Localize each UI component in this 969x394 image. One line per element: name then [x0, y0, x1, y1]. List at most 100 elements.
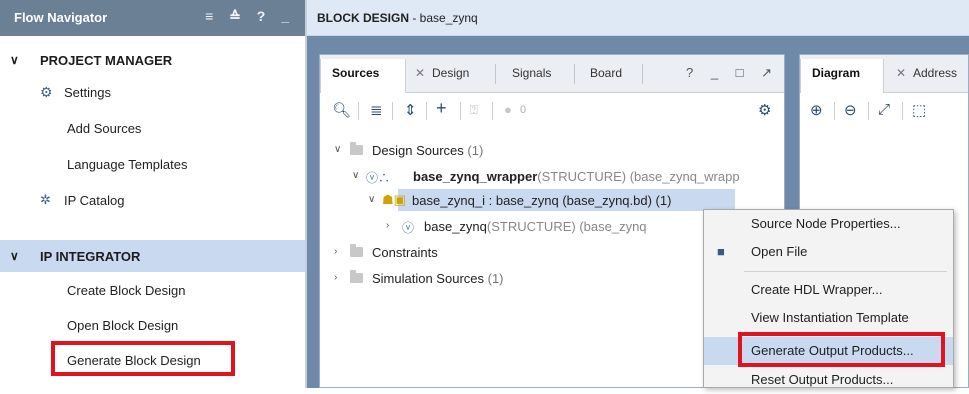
nav-item-open-block-design[interactable]: Open Block Design — [0, 311, 305, 341]
block-design-title-bold: BLOCK DESIGN — [317, 11, 410, 25]
nav-item-label: Add Sources — [67, 121, 142, 136]
folder-open-icon: ■ — [717, 244, 725, 259]
flow-navigator: Flow Navigator ≡ ≙ ? _ ∨ PROJECT MANAGER… — [0, 0, 305, 388]
sources-toolbar: 🔍︎ ≣ ⇕ + ⍰ ● 0 ⚙ — [320, 93, 784, 127]
nav-item-ip-catalog[interactable]: ✲ IP Catalog — [0, 186, 305, 216]
chevron-right-icon[interactable]: › — [386, 220, 389, 231]
menu-item-open-file[interactable]: ■ Open File — [704, 238, 953, 266]
gear-icon[interactable]: ⚙ — [758, 101, 771, 119]
search-icon[interactable]: 🔍︎ — [332, 101, 351, 119]
section-label: IP INTEGRATOR — [40, 249, 141, 264]
chevron-down-icon[interactable]: ∨ — [10, 53, 19, 67]
block-design-header: BLOCK DESIGN - base_zynq — [307, 0, 969, 36]
ip-catalog-icon: ✲ — [40, 192, 51, 207]
folder-icon — [350, 142, 363, 155]
chevron-right-icon[interactable]: › — [334, 272, 337, 283]
tree-label: Constraints — [372, 245, 438, 260]
nav-item-language-templates[interactable]: Language Templates — [0, 150, 305, 180]
diagram-tabbar: Diagram ✕ Address — [800, 55, 968, 93]
folder-icon — [350, 244, 363, 257]
tree-label: Simulation Sources (1) — [372, 271, 504, 286]
zoom-fit-icon[interactable]: ⤢ — [878, 101, 890, 118]
tab-diagram[interactable]: Diagram — [812, 66, 860, 80]
tab-divider — [574, 64, 575, 84]
toolbar-divider — [460, 102, 461, 120]
chevron-down-icon[interactable]: ∨ — [352, 170, 359, 181]
block-design-icon: ☗▣ — [382, 192, 406, 207]
zoom-in-icon[interactable]: ⊕ — [810, 101, 823, 119]
tree-label: base_zynq_i : base_zynq (base_zynq.bd) (… — [412, 193, 672, 208]
section-project-manager[interactable]: ∨ PROJECT MANAGER — [0, 46, 305, 76]
design-sources-count: (1) — [467, 143, 484, 158]
section-ip-integrator[interactable]: ∨ IP INTEGRATOR — [0, 240, 305, 272]
expand-all-icon[interactable]: ⇕ — [404, 101, 417, 119]
tab-divider — [642, 64, 643, 84]
nav-item-add-sources[interactable]: Add Sources — [0, 114, 305, 144]
zoom-area-icon[interactable]: ⬚ — [912, 101, 926, 119]
simulation-sources-count: (1) — [487, 271, 504, 286]
menu-item-label: View Instantiation Template — [751, 310, 909, 325]
status-count: 0 — [520, 104, 527, 116]
toolbar-divider — [426, 102, 427, 120]
chevron-down-icon[interactable]: ∨ — [334, 144, 341, 155]
wrapper-detail: (STRUCTURE) (base_zynq_wrapp — [537, 169, 740, 184]
base-detail: (STRUCTURE) (base_zynq — [486, 219, 647, 234]
chevron-down-icon[interactable]: ∨ — [368, 194, 375, 205]
block-design-title-name: - base_zynq — [409, 11, 478, 25]
flow-navigator-header: Flow Navigator ≡ ≙ ? _ — [0, 0, 305, 36]
toolbar-divider — [358, 102, 359, 120]
tree-label: base_zynq(STRUCTURE) (base_zynq — [424, 219, 647, 234]
add-icon[interactable]: + — [436, 98, 447, 119]
menu-item-label: Open File — [751, 244, 808, 259]
nav-item-label: Create Block Design — [67, 283, 186, 298]
toolbar-divider — [902, 102, 903, 120]
menu-item-source-node-properties[interactable]: Source Node Properties... — [704, 210, 953, 238]
panel-window-controls[interactable]: ? _ □ ↗ — [686, 65, 779, 81]
tree-label: base_zynq_wrapper(STRUCTURE) (base_zynq_… — [413, 169, 740, 184]
toolbar-divider — [492, 102, 493, 120]
diagram-toolbar: ⊕ ⊖ ⤢ ⬚ — [800, 93, 968, 127]
flow-navigator-title: Flow Navigator — [14, 10, 108, 25]
gear-icon: ⚙ — [40, 84, 53, 100]
zoom-out-icon[interactable]: ⊖ — [844, 101, 857, 119]
nav-item-label: IP Catalog — [64, 193, 125, 208]
folder-icon — [350, 270, 363, 283]
menu-separator — [744, 271, 947, 272]
help-doc-icon[interactable]: ⍰ — [470, 102, 478, 118]
section-label: PROJECT MANAGER — [40, 53, 173, 68]
chevron-down-icon[interactable]: ∨ — [10, 249, 19, 263]
highlight-box — [51, 341, 235, 376]
menu-item-label: Source Node Properties... — [751, 216, 901, 231]
flow-navigator-controls[interactable]: ≡ ≙ ? _ — [205, 8, 295, 25]
design-sources-label: Design Sources — [372, 143, 464, 158]
tab-board[interactable]: Board — [590, 66, 622, 80]
hdl-module-icon: ⓥ∴ — [366, 171, 391, 185]
nav-item-create-block-design[interactable]: Create Block Design — [0, 276, 305, 306]
tab-design[interactable]: Design — [432, 66, 469, 80]
nav-item-label: Language Templates — [67, 157, 188, 172]
toolbar-divider — [868, 102, 869, 120]
nav-item-settings[interactable]: ⚙ Settings — [0, 78, 305, 108]
menu-item-label: Create HDL Wrapper... — [751, 282, 883, 297]
status-dot-icon: ● — [504, 102, 512, 117]
highlight-box — [738, 332, 945, 367]
tree-label: Design Sources (1) — [372, 143, 483, 158]
close-icon[interactable]: ✕ — [415, 66, 425, 80]
block-design-title: BLOCK DESIGN - base_zynq — [317, 11, 478, 25]
nav-item-label: Settings — [64, 85, 111, 100]
menu-item-view-instantiation-template[interactable]: View Instantiation Template — [704, 304, 953, 332]
tab-signals[interactable]: Signals — [512, 66, 551, 80]
base-name: base_zynq — [424, 219, 487, 234]
close-icon[interactable]: ✕ — [896, 66, 906, 80]
menu-item-reset-output-products[interactable]: Reset Output Products... — [704, 366, 953, 394]
simulation-sources-label: Simulation Sources — [372, 271, 484, 286]
chevron-right-icon[interactable]: › — [334, 246, 337, 257]
toolbar-divider — [834, 102, 835, 120]
wrapper-name: base_zynq_wrapper — [413, 169, 538, 184]
tab-address[interactable]: Address — [913, 66, 957, 80]
hdl-module-icon: ⓥ — [402, 221, 415, 235]
collapse-all-icon[interactable]: ≣ — [370, 101, 383, 119]
toolbar-divider — [392, 102, 393, 120]
tab-sources[interactable]: Sources — [332, 66, 379, 80]
menu-item-create-hdl-wrapper[interactable]: Create HDL Wrapper... — [704, 276, 953, 304]
